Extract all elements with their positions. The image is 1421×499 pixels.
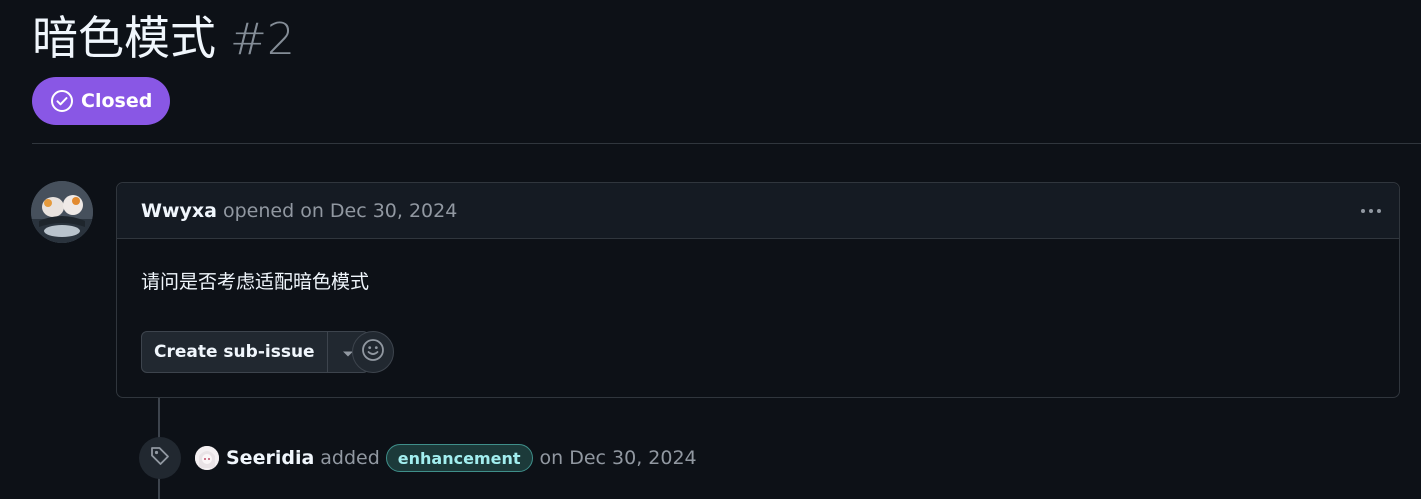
timeline-event-badge	[139, 437, 181, 479]
create-sub-issue-group: Create sub-issue	[141, 331, 369, 373]
issue-comment: Wwyxa opened on Dec 30, 2024 请问是否考虑适配暗色模…	[116, 182, 1400, 398]
issue-page: 暗色模式 #2 Closed Wwyxa opened on Dec 30, 2…	[0, 0, 1421, 499]
add-reaction-button[interactable]	[352, 331, 394, 373]
event-actor[interactable]: Seeridia	[226, 447, 314, 469]
smiley-icon	[361, 338, 385, 366]
kebab-horizontal-icon[interactable]	[1357, 199, 1385, 223]
event-verb: added	[320, 447, 380, 469]
issue-title-row: 暗色模式 #2	[32, 6, 295, 72]
issue-state-label: Closed	[81, 90, 153, 112]
comment-body: 请问是否考虑适配暗色模式	[141, 271, 370, 293]
comment-author[interactable]: Wwyxa	[141, 200, 217, 222]
issue-number: #2	[230, 14, 295, 65]
event-date[interactable]: on Dec 30, 2024	[540, 447, 697, 469]
tag-icon	[149, 445, 171, 471]
comment-header: Wwyxa opened on Dec 30, 2024	[117, 183, 1399, 239]
comment-meta[interactable]: opened on Dec 30, 2024	[223, 200, 457, 222]
author-avatar[interactable]	[31, 181, 93, 243]
label-enhancement[interactable]: enhancement	[385, 444, 533, 472]
create-sub-issue-button[interactable]: Create sub-issue	[142, 332, 327, 372]
issue-title: 暗色模式	[32, 11, 216, 65]
issue-state-badge: Closed	[32, 77, 171, 125]
check-circle-icon	[50, 89, 74, 113]
header-divider	[32, 143, 1421, 144]
actor-avatar[interactable]	[195, 446, 219, 470]
timeline-label-event: Seeridia added enhancement on Dec 30, 20…	[195, 443, 697, 473]
